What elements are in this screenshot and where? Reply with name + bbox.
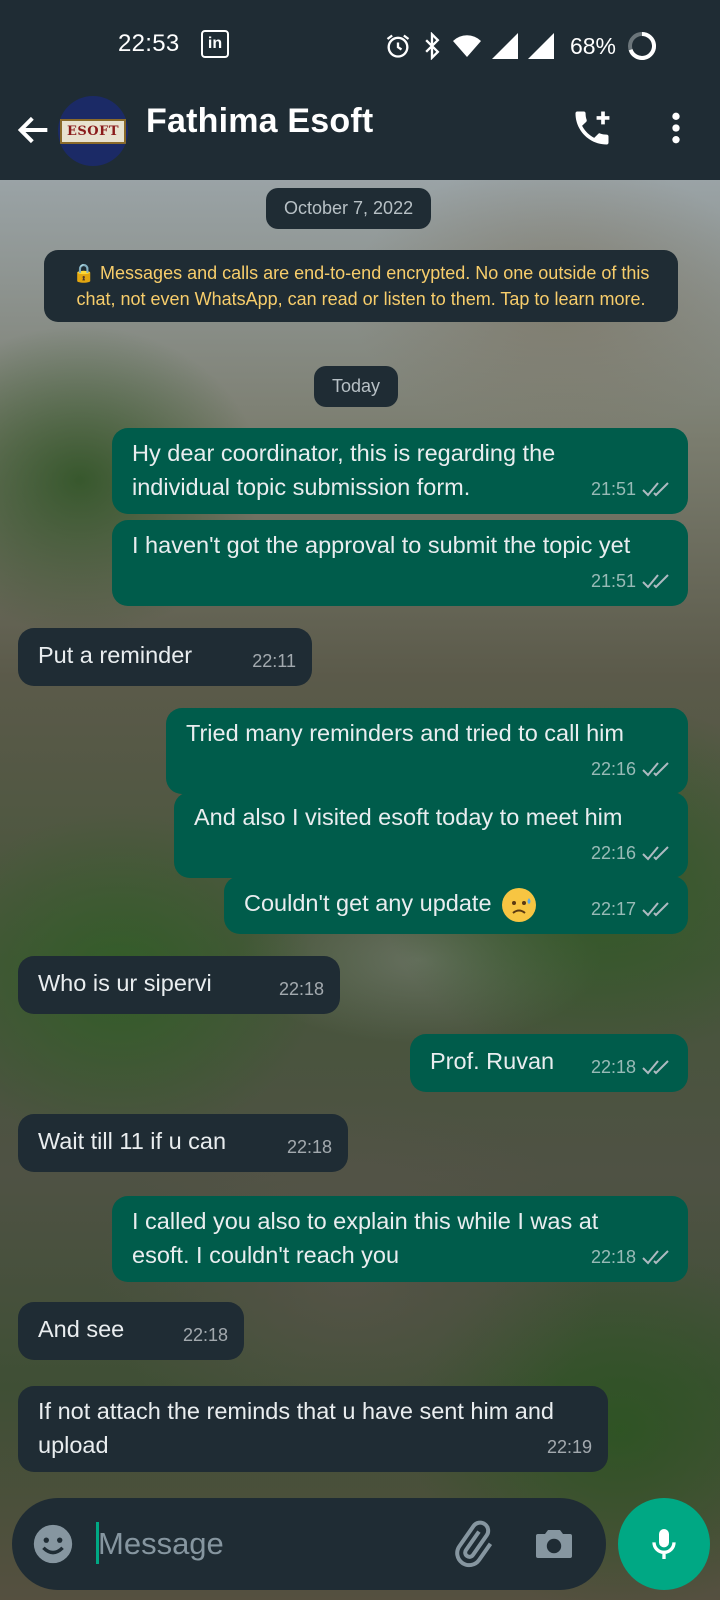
message-composer	[12, 1498, 606, 1590]
today-chip: Today	[314, 366, 399, 407]
message-bubble[interactable]: If not attach the reminds that u have se…	[18, 1386, 608, 1472]
message-bubble[interactable]: And also I visited esoft today to meet h…	[174, 792, 688, 878]
message-meta: 22:18	[287, 1130, 332, 1164]
mic-button[interactable]	[618, 1498, 710, 1590]
mic-icon	[652, 1529, 676, 1559]
message-bubble[interactable]: Who is ur sipervi 22:18	[18, 956, 340, 1014]
signal-icon	[491, 33, 518, 59]
message-time: 22:17	[590, 899, 636, 919]
double-check-icon	[642, 1060, 669, 1075]
message-text: I haven't got the approval to submit the…	[132, 532, 631, 558]
message-meta: 22:18	[591, 1050, 672, 1084]
message-text: Tried many reminders and tried to call h…	[186, 720, 624, 746]
message-meta: 22:17	[591, 892, 672, 926]
chat-header: ESOFT Fathima Esoft	[0, 92, 720, 180]
message-meta: 21:51	[591, 564, 672, 598]
message-text: Hy dear coordinator, this is regarding t…	[132, 440, 556, 500]
message-text: And also I visited esoft today to meet h…	[194, 804, 623, 830]
message-time: 22:16	[590, 759, 636, 779]
message-time: 22:18	[590, 1247, 636, 1267]
double-check-icon	[642, 902, 669, 917]
linkedin-notification-icon: in	[201, 30, 229, 58]
message-meta: 22:16	[591, 752, 672, 786]
message-bubble[interactable]: Prof. Ruvan 22:18	[410, 1034, 688, 1092]
message-meta: 22:11	[252, 644, 296, 678]
emoji-icon[interactable]	[30, 1521, 76, 1567]
message-time: 22:16	[590, 843, 636, 863]
message-time: 22:18	[590, 1057, 636, 1077]
message-bubble[interactable]: And see 22:18	[18, 1302, 244, 1360]
message-meta: 21:51	[591, 472, 672, 506]
message-meta: 22:19	[547, 1430, 592, 1464]
back-arrow-icon[interactable]	[14, 110, 54, 150]
message-bubble[interactable]: Put a reminder 22:11	[18, 628, 312, 686]
battery-ring-icon	[628, 32, 656, 60]
sad-sweat-face-emoji	[502, 887, 537, 922]
message-time: 21:51	[590, 571, 636, 591]
esoft-logo: ESOFT	[59, 118, 127, 144]
add-call-icon[interactable]	[570, 106, 614, 150]
message-text: If not attach the reminds that u have se…	[38, 1398, 555, 1458]
avatar[interactable]: ESOFT	[58, 96, 128, 166]
status-bar: 22:53 in 68%	[0, 0, 720, 92]
message-bubble[interactable]: Couldn't get any update 22:17	[224, 876, 688, 934]
message-time: 22:18	[278, 979, 324, 999]
message-meta: 22:18	[591, 1240, 672, 1274]
bluetooth-icon	[425, 32, 440, 60]
message-time: 22:11	[252, 651, 296, 671]
message-text: Couldn't get any update	[244, 890, 492, 916]
double-check-icon	[642, 1250, 669, 1265]
message-bubble[interactable]: Hy dear coordinator, this is regarding t…	[112, 428, 688, 514]
message-text: I called you also to explain this while …	[132, 1208, 599, 1268]
camera-icon[interactable]	[530, 1520, 578, 1568]
chat-area[interactable]: October 7, 2022 🔒 Messages and calls are…	[0, 180, 720, 1600]
status-time: 22:53	[118, 30, 180, 57]
message-time: 21:51	[590, 479, 636, 499]
message-time: 22:19	[546, 1437, 592, 1457]
message-time: 22:18	[182, 1325, 228, 1345]
message-bubble[interactable]: Tried many reminders and tried to call h…	[166, 708, 688, 794]
contact-name[interactable]: Fathima Esoft	[146, 102, 373, 141]
signal-icon	[527, 33, 554, 59]
attach-icon[interactable]	[448, 1520, 496, 1568]
double-check-icon	[642, 846, 669, 861]
message-bubble[interactable]: Wait till 11 if u can 22:18	[18, 1114, 348, 1172]
message-input[interactable]	[98, 1516, 428, 1572]
message-bubble[interactable]: I called you also to explain this while …	[112, 1196, 688, 1282]
message-meta: 22:16	[591, 836, 672, 870]
double-check-icon	[642, 762, 669, 777]
date-chip: October 7, 2022	[266, 188, 432, 229]
status-icons: 68%	[384, 30, 658, 62]
message-meta: 22:18	[279, 972, 324, 1006]
encryption-notice[interactable]: 🔒 Messages and calls are end-to-end encr…	[44, 250, 678, 322]
message-time: 22:18	[286, 1137, 332, 1157]
message-meta: 22:18	[183, 1318, 228, 1352]
alarm-icon	[386, 34, 410, 58]
more-vert-icon[interactable]	[656, 106, 696, 150]
double-check-icon	[642, 574, 669, 589]
double-check-icon	[642, 482, 669, 497]
battery-percent: 68%	[569, 32, 616, 59]
wifi-icon	[452, 35, 481, 57]
message-bubble[interactable]: I haven't got the approval to submit the…	[112, 520, 688, 606]
